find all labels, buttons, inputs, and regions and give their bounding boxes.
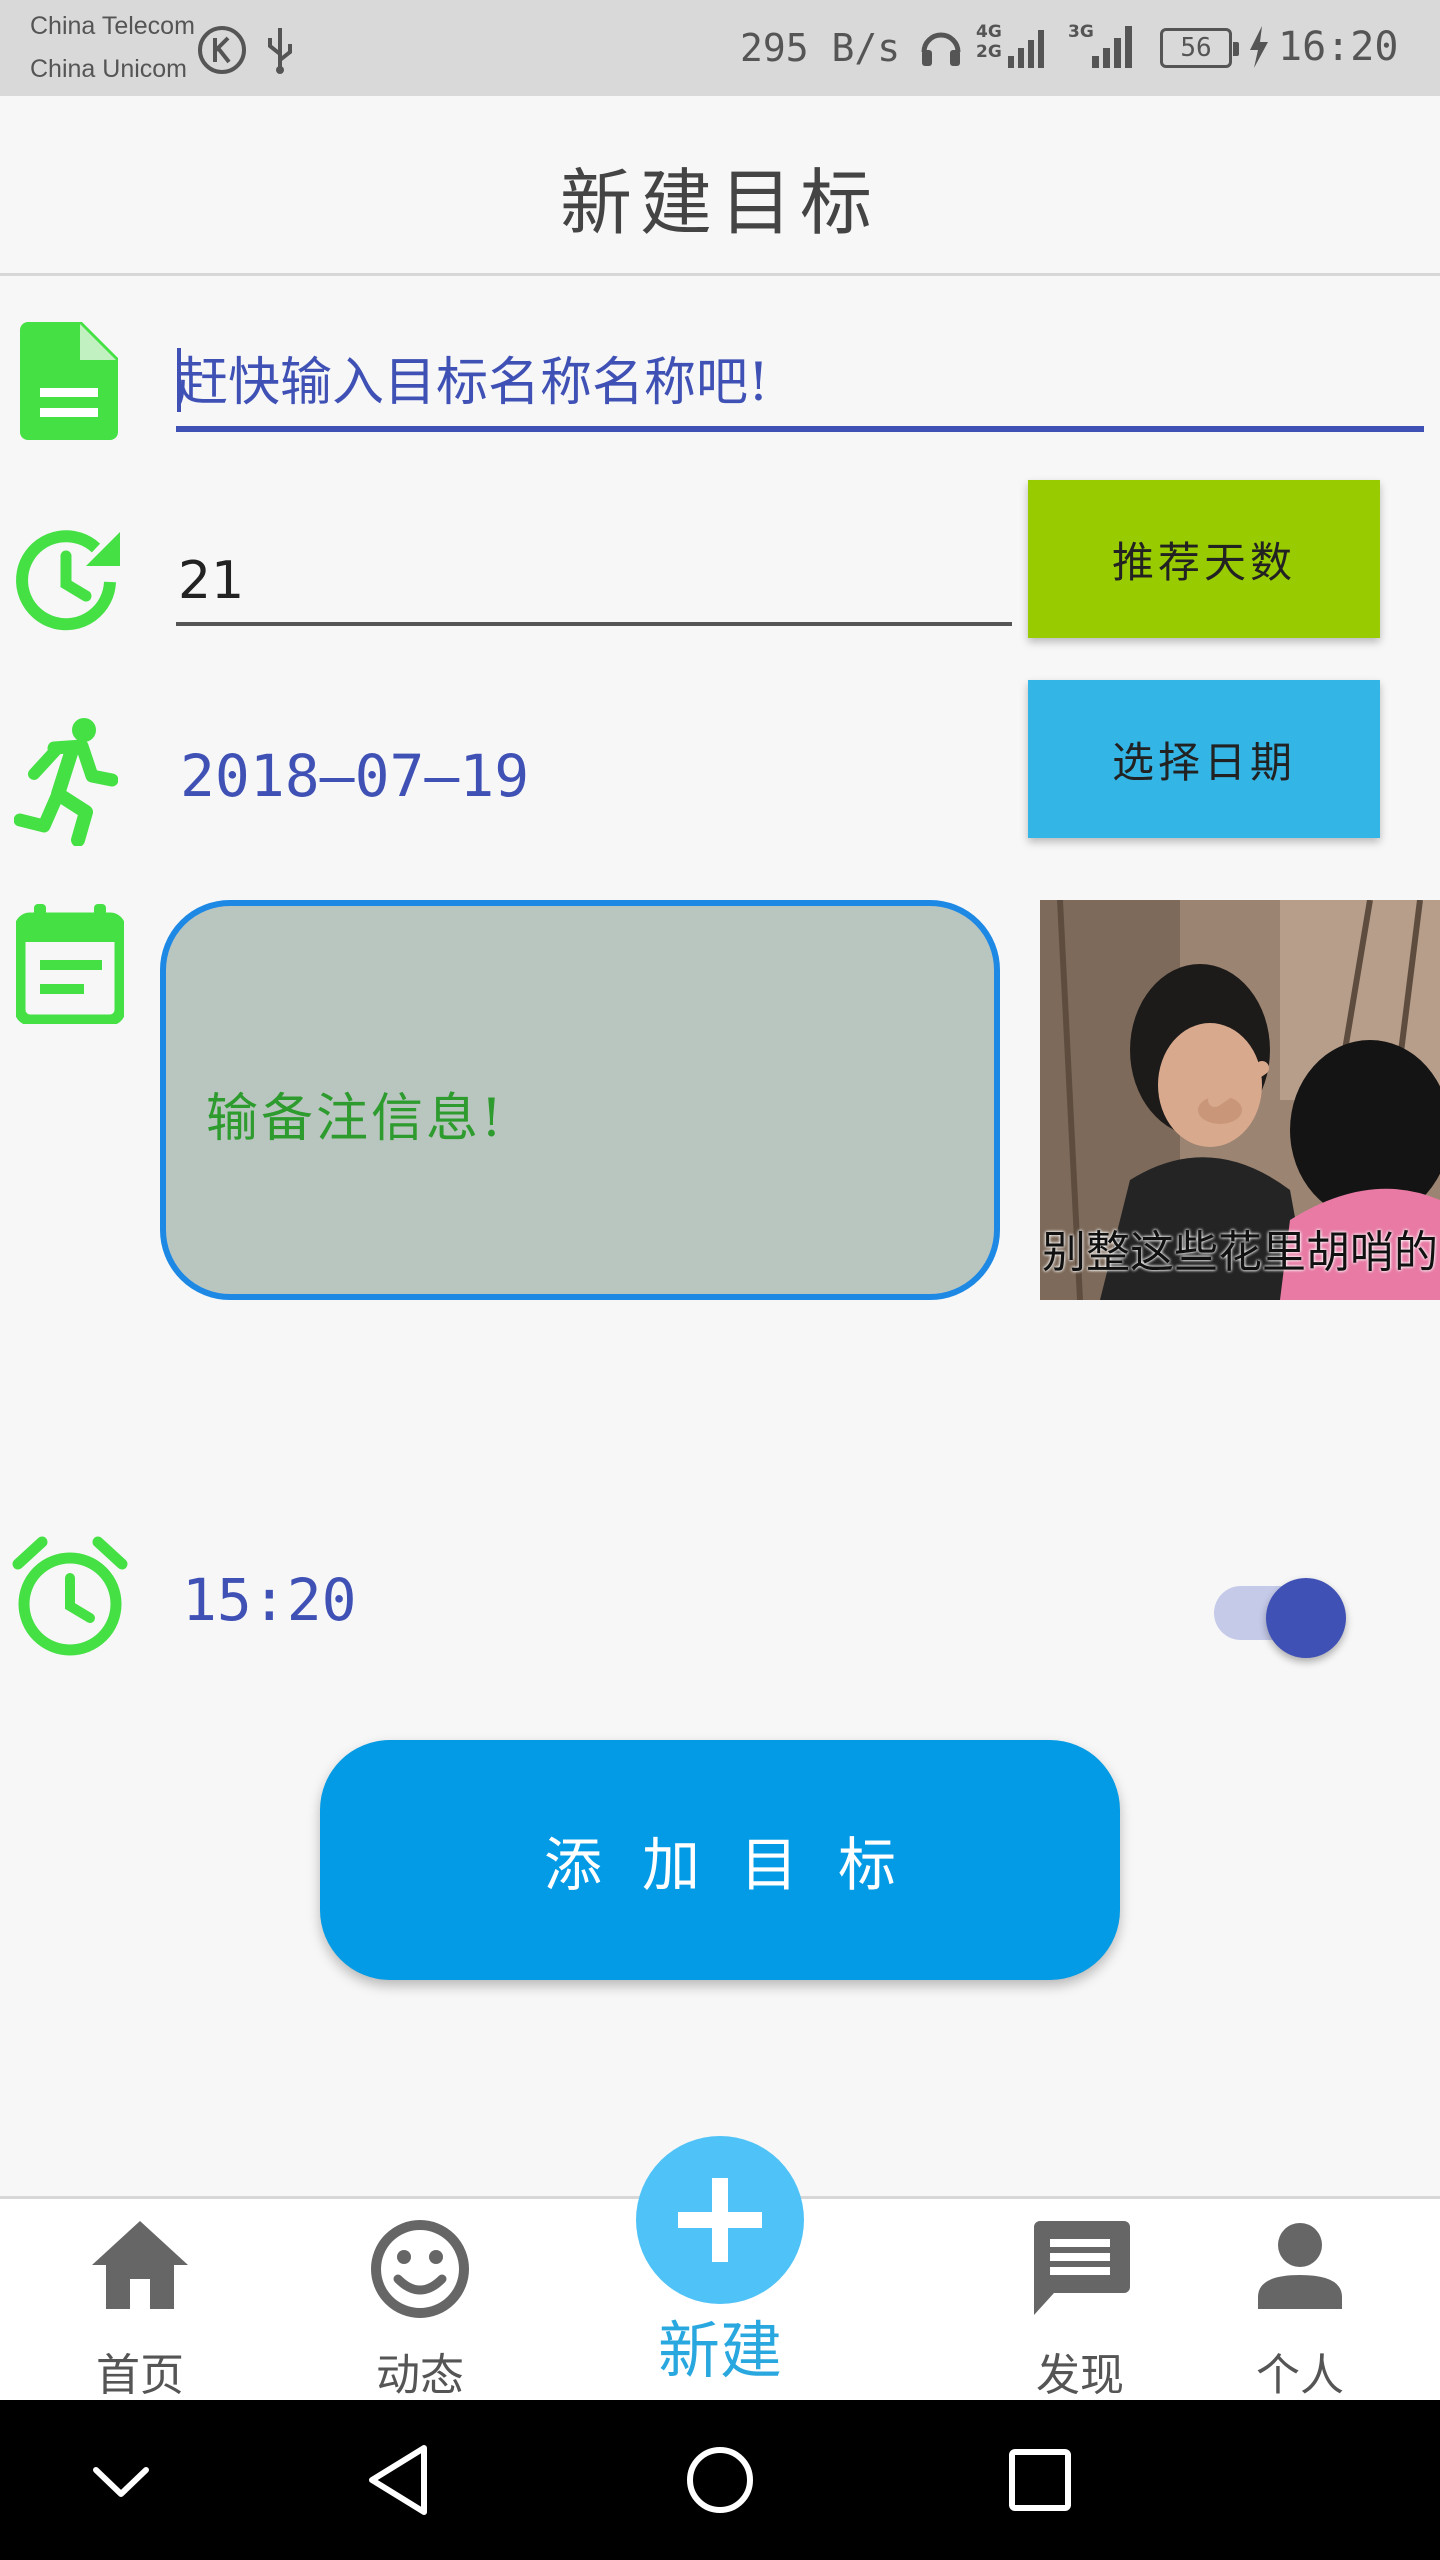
add-goal-button[interactable]: 添加目标 (320, 1740, 1120, 1980)
text-cursor (177, 348, 181, 412)
app-header: 新建目标 (0, 96, 1440, 276)
choose-date-button[interactable]: 选择日期 (1028, 680, 1380, 838)
document-icon (20, 322, 118, 440)
nav-item-moments[interactable]: 动态 (310, 2199, 530, 2403)
k-circle-icon (198, 26, 246, 74)
nav-item-new[interactable] (636, 2136, 804, 2304)
usb-icon (268, 28, 292, 74)
status-bar: China Telecom China Unicom 295 B/s 4G 2G… (0, 0, 1440, 96)
system-nav-bar (0, 2400, 1440, 2560)
nav-item-home[interactable]: 首页 (30, 2199, 250, 2403)
note-input[interactable]: 输备注信息! (160, 900, 1000, 1300)
nav-item-profile[interactable]: 个人 (1190, 2199, 1410, 2403)
smiley-icon (371, 2220, 469, 2318)
alarm-toggle-knob[interactable] (1266, 1578, 1346, 1658)
home-circle-icon[interactable] (680, 2440, 760, 2520)
plus-icon (678, 2178, 762, 2262)
signal-type-label: 4G 2G (976, 22, 1002, 62)
network-speed: 295 B/s (740, 26, 901, 70)
nav-label: 动态 (376, 2350, 464, 2401)
back-triangle-icon[interactable] (360, 2440, 440, 2520)
alarm-time-text: 15:20 (182, 1566, 357, 1634)
image-caption: 别整这些花里胡哨的 (1042, 1227, 1438, 1278)
carrier-label: China Unicom (30, 55, 188, 83)
carrier-label: China Telecom (30, 12, 195, 40)
page-title: 新建目标 (559, 161, 880, 245)
start-date-text: 2018—07—19 (180, 742, 530, 810)
note-placeholder: 输备注信息! (206, 1089, 505, 1149)
goal-name-input[interactable] (176, 340, 1424, 432)
history-clock-icon (16, 530, 120, 631)
chat-icon (1034, 2221, 1130, 2315)
chevron-down-icon[interactable] (86, 2440, 156, 2520)
running-person-icon (14, 718, 118, 846)
nav-item-discover[interactable]: 发现 (970, 2199, 1190, 2403)
charging-icon (1250, 26, 1268, 68)
nav-label: 发现 (1036, 2350, 1124, 2401)
battery-icon: 56 (1160, 28, 1239, 68)
alarm-clock-icon (12, 1536, 128, 1656)
nav-label-new: 新建 (657, 2314, 782, 2387)
nav-label: 个人 (1256, 2350, 1344, 2401)
days-input[interactable] (176, 540, 1012, 626)
signal-icon (1008, 30, 1044, 68)
recommend-days-button[interactable]: 推荐天数 (1028, 480, 1380, 638)
headphones-icon (921, 32, 961, 66)
status-time: 16:20 (1278, 24, 1399, 70)
person-icon (1258, 2223, 1342, 2309)
home-icon (92, 2221, 188, 2309)
signal-icon (1092, 26, 1132, 68)
calendar-note-icon (16, 904, 124, 1024)
selected-image[interactable]: 别整这些花里胡哨的 (1040, 900, 1440, 1300)
recent-apps-icon[interactable] (1000, 2440, 1080, 2520)
nav-label: 首页 (96, 2350, 184, 2401)
